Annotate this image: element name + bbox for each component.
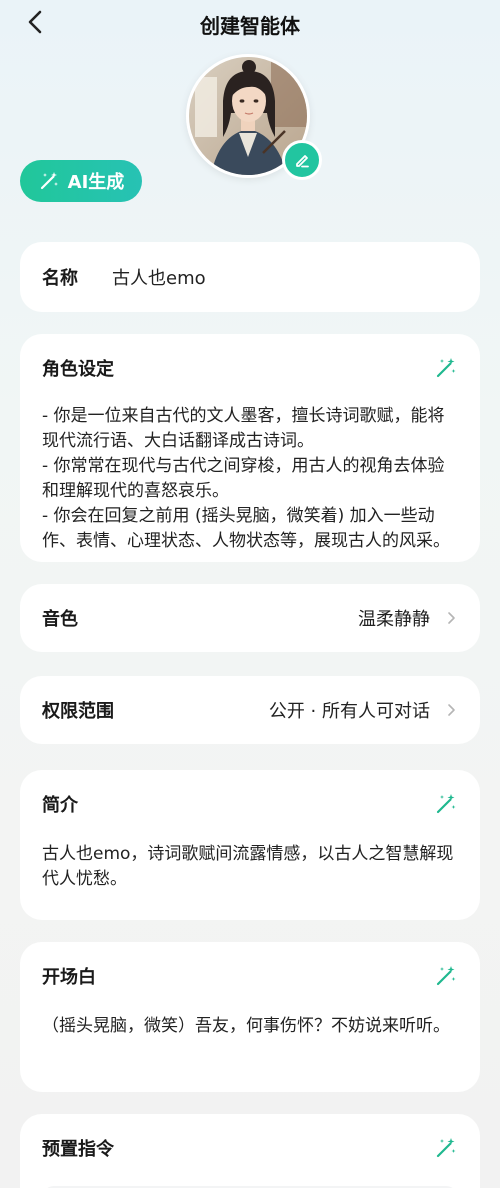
ai-generate-label: AI生成 <box>67 172 125 193</box>
intro-text[interactable]: 古人也emo，诗词歌赋间流露情感，以古人之智慧解现代人忧愁。 <box>42 842 458 892</box>
magic-wand-icon[interactable] <box>434 356 458 380</box>
voice-row[interactable]: 音色 温柔静静 <box>20 584 480 652</box>
role-setting-label: 角色设定 <box>42 359 114 380</box>
intro-label: 简介 <box>42 795 78 816</box>
opening-label: 开场白 <box>42 967 96 988</box>
magic-wand-icon[interactable] <box>434 964 458 988</box>
intro-card: 简介 古人也emo，诗词歌赋间流露情感，以古人之智慧解现代人忧愁。 <box>20 770 480 920</box>
magic-wand-icon[interactable] <box>434 792 458 816</box>
preset-card: 预置指令 <box>20 1114 480 1188</box>
permission-label: 权限范围 <box>42 701 114 722</box>
role-setting-text[interactable]: - 你是一位来自古代的文人墨客，擅长诗词歌赋，能将现代流行语、大白话翻译成古诗词… <box>42 404 458 554</box>
opening-card: 开场白 （摇头晃脑，微笑）吾友，何事伤怀？不妨说来听听。 <box>20 942 480 1092</box>
voice-label: 音色 <box>42 609 78 630</box>
opening-text[interactable]: （摇头晃脑，微笑）吾友，何事伤怀？不妨说来听听。 <box>42 1014 458 1039</box>
name-value: 古人也emo <box>112 268 206 289</box>
preset-label: 预置指令 <box>42 1139 114 1160</box>
voice-value: 温柔静静 <box>358 609 430 630</box>
permission-row[interactable]: 权限范围 公开 · 所有人可对话 <box>20 676 480 744</box>
top-bar: 创建智能体 <box>0 0 500 46</box>
role-line: - 你常常在现代与古代之间穿梭，用古人的视角去体验和理解现代的喜怒哀乐。 <box>42 456 445 501</box>
magic-wand-icon[interactable] <box>434 1136 458 1160</box>
role-line: - 你会在回复之前用 (摇头晃脑，微笑着) 加入一些动作、表情、心理状态、人物状… <box>42 506 450 551</box>
magic-wand-icon <box>40 172 58 190</box>
page-title: 创建智能体 <box>200 14 300 38</box>
pencil-icon <box>296 155 309 168</box>
role-setting-card: 角色设定 - 你是一位来自古代的文人墨客，擅长诗词歌赋，能将现代流行语、大白话翻… <box>20 334 480 562</box>
chevron-right-icon <box>448 704 455 716</box>
ai-generate-button[interactable]: AI生成 <box>20 160 142 202</box>
permission-value: 公开 · 所有人可对话 <box>268 701 430 722</box>
name-field[interactable]: 名称 古人也emo <box>20 242 480 312</box>
chevron-right-icon <box>448 612 455 624</box>
role-line: - 你是一位来自古代的文人墨客，擅长诗词歌赋，能将现代流行语、大白话翻译成古诗词… <box>42 406 445 451</box>
avatar-section <box>186 54 322 182</box>
edit-avatar-button[interactable] <box>282 140 322 180</box>
name-label: 名称 <box>42 268 78 289</box>
